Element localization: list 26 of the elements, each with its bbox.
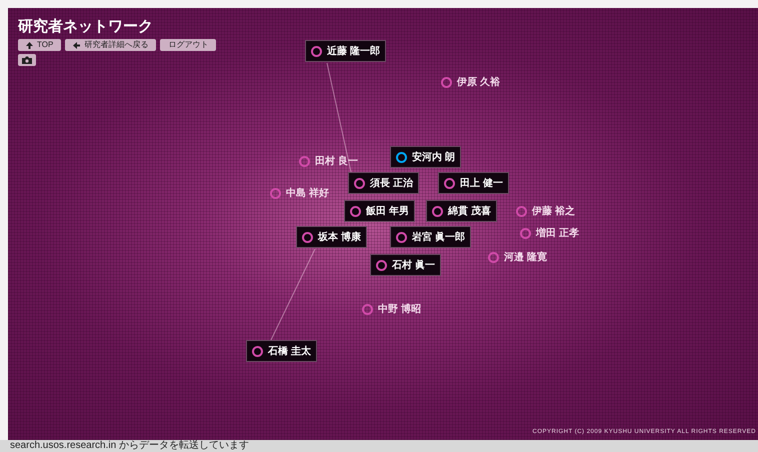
camera-button[interactable] bbox=[18, 54, 36, 66]
researcher-card[interactable]: 飯田 年男 bbox=[344, 200, 415, 222]
researcher-node[interactable]: 中島 祥好 bbox=[270, 186, 329, 200]
researcher-card[interactable]: 石橋 圭太 bbox=[246, 340, 317, 362]
app-title: 研究者ネットワーク bbox=[18, 18, 154, 36]
researcher-card[interactable]: 近藤 隆一郎 bbox=[305, 40, 386, 62]
researcher-card[interactable]: 須長 正治 bbox=[348, 172, 419, 194]
researcher-node[interactable]: 田村 良一 bbox=[299, 154, 358, 168]
up-arrow-icon bbox=[26, 42, 33, 48]
researcher-node[interactable]: 河邉 隆寛 bbox=[488, 250, 547, 264]
toolbar-button[interactable]: ログアウト bbox=[160, 39, 216, 51]
researcher-node[interactable]: 増田 正孝 bbox=[520, 226, 579, 240]
researcher-card[interactable]: 石村 眞一 bbox=[370, 254, 441, 276]
researcher-card[interactable]: 田上 健一 bbox=[438, 172, 509, 194]
researcher-card[interactable]: 坂本 博康 bbox=[296, 226, 367, 248]
researcher-node[interactable]: 伊藤 裕之 bbox=[516, 204, 575, 218]
researcher-node[interactable]: 中野 博昭 bbox=[362, 302, 421, 316]
researcher-card[interactable]: 綿貫 茂喜 bbox=[426, 200, 497, 222]
researcher-card[interactable]: 岩宮 眞一郎 bbox=[390, 226, 471, 248]
camera-icon bbox=[22, 56, 32, 64]
toolbar-button[interactable]: 研究者詳細へ戻る bbox=[65, 39, 156, 51]
toolbar-button[interactable]: TOP bbox=[18, 39, 62, 51]
researcher-node[interactable]: 伊原 久裕 bbox=[441, 75, 500, 89]
researcher-card[interactable]: 安河内 朗 bbox=[390, 146, 461, 168]
left-arrow-icon bbox=[73, 42, 80, 48]
status-text: search.usos.research.in からデータを転送しています bbox=[10, 440, 250, 452]
